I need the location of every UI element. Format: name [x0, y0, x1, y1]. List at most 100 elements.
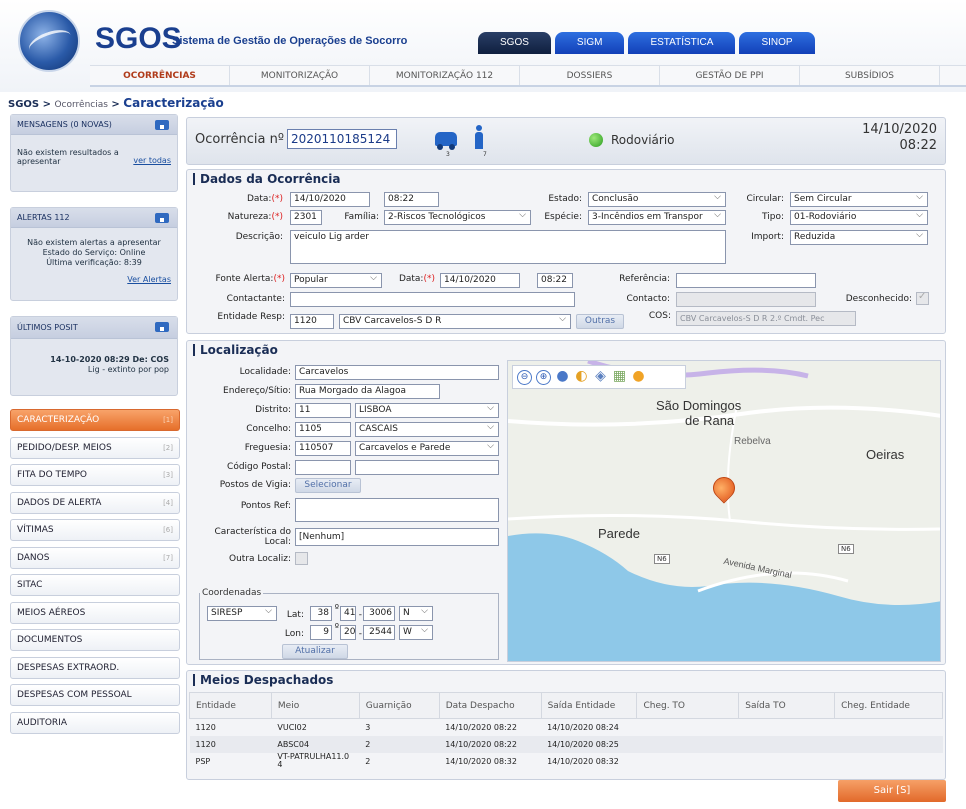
map-view[interactable]: ⊖ ⊕ ● ◐ ◈ ▦ ● São Domingos de Rana Rebelva Oei…	[507, 360, 941, 662]
expand-icon[interactable]	[155, 322, 169, 332]
nav-item-1[interactable]: MONITORIZAÇÃO	[230, 66, 370, 85]
side-menu-item[interactable]: FITA DO TEMPO [3]	[10, 464, 180, 486]
postal-code2[interactable]	[355, 460, 499, 475]
lat-sec[interactable]: 3006	[363, 606, 395, 621]
entidade-select[interactable]: CBV Carcavelos-S D R	[339, 314, 571, 329]
nav-item-2[interactable]: MONITORIZAÇÃO 112	[370, 66, 520, 85]
map-tool-icon[interactable]: ⊕	[536, 369, 551, 385]
map-tool-icon[interactable]: ▦	[612, 369, 627, 385]
especie-select[interactable]: 3-Incêndios em Transpor	[588, 210, 726, 225]
nav-item-4[interactable]: GESTÃO DE PPI	[660, 66, 800, 85]
map-tool-icon[interactable]: ●	[555, 369, 570, 385]
atualizar-button[interactable]: Atualizar	[282, 644, 348, 659]
table-row[interactable]: 1120 VUCI02 3 14/10/2020 08:22 14/10/2020 08…	[190, 719, 943, 736]
referencia-field[interactable]	[676, 273, 816, 288]
coord-system-select[interactable]: SIRESP	[207, 606, 277, 621]
localidade-field[interactable]: Carcavelos	[295, 365, 499, 380]
lat-dir-select[interactable]: N	[399, 606, 433, 621]
expand-icon[interactable]	[155, 213, 169, 223]
contactante-field[interactable]	[290, 292, 575, 307]
nav-item-5[interactable]: SUBSÍDIOS	[800, 66, 940, 85]
nav-item-3[interactable]: DOSSIERS	[520, 66, 660, 85]
column-header[interactable]: Cheg. Entidade	[834, 692, 943, 719]
table-row[interactable]: PSP VT-PATRULHA11.04 2 14/10/2020 08:32 14/1…	[190, 753, 943, 770]
data2-field[interactable]: 14/10/2020	[440, 273, 520, 288]
pontos-field[interactable]	[295, 498, 499, 522]
map-tool-icon[interactable]: ◈	[593, 369, 608, 385]
side-menu-item[interactable]: AUDITORIA	[10, 711, 180, 734]
caracteristica-select[interactable]: [Nenhum]	[295, 528, 499, 546]
sair-button[interactable]: Sair [S]	[838, 780, 946, 802]
distrito-code[interactable]: 11	[295, 403, 351, 418]
lat-min[interactable]: 41	[340, 606, 356, 621]
side-menu-item[interactable]: DESPESAS COM PESSOAL	[10, 684, 180, 706]
natureza-field[interactable]: 2301	[290, 210, 322, 225]
outras-button[interactable]: Outras	[576, 314, 624, 329]
nav-item-0[interactable]: OCORRÊNCIAS	[90, 66, 230, 85]
hora-field[interactable]: 08:22	[384, 192, 439, 207]
familia-select[interactable]: 2-Riscos Tecnológicos	[384, 210, 531, 225]
top-tab-sigm[interactable]: SIGM	[554, 32, 625, 54]
table-row[interactable]: 1120 ABSC04 2 14/10/2020 08:22 14/10/2020 08…	[189, 735, 943, 753]
circular-select[interactable]: Sem Circular	[790, 192, 928, 207]
column-header[interactable]: Entidade	[189, 692, 272, 719]
postal-code1[interactable]	[295, 460, 351, 475]
column-header[interactable]: Cheg. TO	[636, 692, 740, 719]
estado-select[interactable]: Conclusão	[588, 192, 726, 207]
column-header[interactable]: Data Despacho	[438, 692, 542, 719]
endereco-field[interactable]: Rua Morgado da Alagoa	[295, 384, 440, 399]
breadcrumb-root[interactable]: SGOS >	[8, 99, 54, 110]
descricao-label: Descrição:	[235, 232, 283, 242]
lon-deg[interactable]: 9	[310, 625, 332, 640]
table-cell	[637, 753, 739, 770]
lon-sec[interactable]: 2544	[363, 625, 395, 640]
map-tool-icon[interactable]: ⊖	[517, 369, 532, 385]
side-menu-item[interactable]: DOCUMENTOS	[10, 629, 180, 651]
cos-field[interactable]: CBV Carcavelos-S D R 2.º Cmdt. Pec	[676, 311, 856, 326]
column-header[interactable]: Saída Entidade	[540, 692, 638, 719]
side-menu-item[interactable]: SITAC	[10, 574, 180, 596]
selecionar-button[interactable]: Selecionar	[295, 478, 361, 493]
map-tool-icon[interactable]: ●	[631, 369, 646, 385]
side-menu-item[interactable]: DADOS DE ALERTA [4]	[10, 491, 180, 514]
side-menu-item[interactable]: VÍTIMAS [6]	[10, 519, 180, 541]
entidade-code[interactable]: 1120	[290, 314, 334, 329]
side-menu-item[interactable]: MEIOS AÉREOS	[10, 601, 180, 624]
table-cell: 2	[359, 735, 440, 753]
person-icon[interactable]	[475, 125, 483, 149]
ver-todas-link[interactable]: ver todas	[133, 156, 171, 165]
ver-alertas-link[interactable]: Ver Alertas	[127, 275, 171, 284]
lon-min[interactable]: 20	[340, 625, 356, 640]
expand-icon[interactable]	[155, 120, 169, 130]
freguesia-select[interactable]: Carcavelos e Parede	[355, 441, 499, 456]
lon-dir-select[interactable]: W	[399, 625, 433, 640]
import-select[interactable]: Reduzida	[790, 230, 928, 245]
concelho-code[interactable]: 1105	[295, 422, 351, 437]
top-tab-sgos[interactable]: SGOS	[478, 32, 551, 54]
column-header[interactable]: Saída TO	[738, 692, 836, 719]
tipo-select[interactable]: 01-Rodoviário	[790, 210, 928, 225]
top-tab-sinop[interactable]: SINOP	[739, 32, 815, 54]
lat-deg[interactable]: 38	[310, 606, 332, 621]
column-header[interactable]: Meio	[270, 692, 360, 719]
distrito-select[interactable]: LISBOA	[355, 403, 499, 418]
map-tool-icon[interactable]: ◐	[574, 369, 589, 385]
fonte-select[interactable]: Popular	[290, 273, 382, 288]
concelho-select[interactable]: CASCAIS	[355, 422, 499, 437]
side-menu-item[interactable]: DANOS [7]	[10, 546, 180, 569]
top-tab-estatística[interactable]: ESTATÍSTICA	[628, 32, 736, 54]
side-menu-item[interactable]: PEDIDO/DESP. MEIOS [2]	[10, 436, 180, 459]
car-icon[interactable]	[435, 132, 457, 150]
column-header[interactable]: Guarnição	[358, 692, 440, 719]
breadcrumb-ocorrencias[interactable]: Ocorrências	[54, 100, 107, 110]
data-field[interactable]: 14/10/2020	[290, 192, 370, 207]
side-menu-item[interactable]: CARACTERIZAÇÃO [1]	[10, 409, 180, 431]
side-menu-item[interactable]: DESPESAS EXTRAORD.	[10, 656, 180, 679]
outra-localiz-checkbox[interactable]	[295, 552, 308, 565]
occurrence-number[interactable]: 2020110185124	[287, 129, 397, 149]
hora2-field[interactable]: 08:22	[537, 273, 573, 288]
desconhecido-checkbox[interactable]	[916, 291, 929, 305]
descricao-textarea[interactable]: veiculo Lig arder	[290, 230, 726, 264]
freguesia-code[interactable]: 110507	[295, 441, 351, 456]
contacto-field[interactable]	[676, 292, 816, 307]
